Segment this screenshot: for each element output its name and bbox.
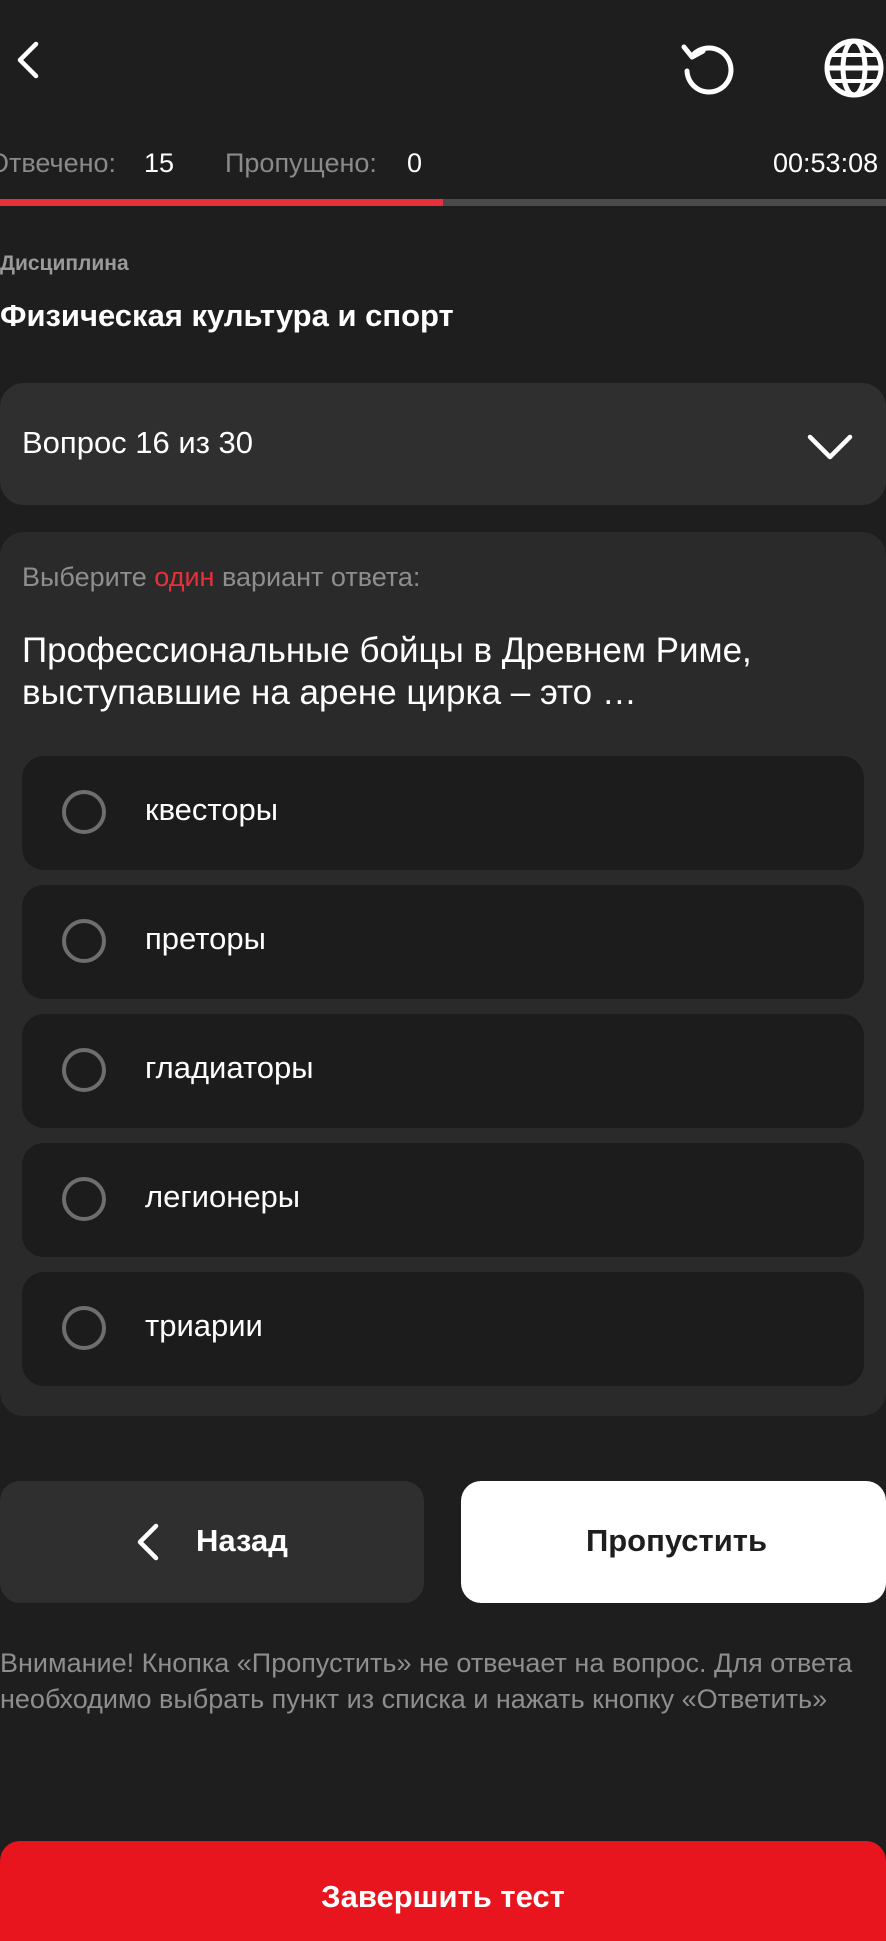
back-button-label: Назад bbox=[196, 1523, 288, 1558]
instruction-suffix: вариант ответа: bbox=[214, 562, 421, 592]
discipline-label: Дисциплина bbox=[0, 252, 129, 275]
question-counter: Вопрос 16 из 30 bbox=[22, 425, 254, 460]
answer-option[interactable]: преторы bbox=[22, 885, 864, 999]
progress-bar bbox=[0, 199, 886, 206]
chevron-down-icon bbox=[807, 434, 853, 460]
finish-test-button[interactable]: Завершить тест bbox=[0, 1841, 886, 1941]
skipped-label: Пропущено: bbox=[225, 148, 377, 178]
answer-instruction: Выберите один вариант ответа: bbox=[22, 562, 420, 593]
discipline-title: Физическая культура и спорт bbox=[0, 298, 454, 333]
option-label: легионеры bbox=[145, 1179, 301, 1214]
skip-button[interactable]: Пропустить bbox=[461, 1481, 886, 1603]
question-selector[interactable]: Вопрос 16 из 30 bbox=[0, 383, 886, 505]
answer-option[interactable]: легионеры bbox=[22, 1143, 864, 1257]
radio-icon[interactable] bbox=[62, 919, 106, 963]
globe-icon[interactable] bbox=[822, 36, 886, 100]
question-card: Выберите один вариант ответа: Профессион… bbox=[0, 532, 886, 1416]
answer-option[interactable]: триарии bbox=[22, 1272, 864, 1386]
option-label: преторы bbox=[145, 921, 266, 956]
option-label: гладиаторы bbox=[145, 1050, 314, 1085]
chevron-left-icon bbox=[137, 1523, 159, 1561]
radio-icon[interactable] bbox=[62, 790, 106, 834]
instruction-prefix: Выберите bbox=[22, 562, 155, 592]
back-chevron-icon[interactable] bbox=[8, 40, 48, 80]
instruction-accent: один bbox=[154, 562, 215, 592]
timer: 00:53:08 bbox=[773, 148, 879, 178]
skip-notice: Внимание! Кнопка «Пропустить» не отвечае… bbox=[0, 1648, 853, 1714]
question-text: Профессиональные бойцы в Древнем Риме, в… bbox=[22, 631, 752, 712]
radio-icon[interactable] bbox=[62, 1177, 106, 1221]
option-label: квесторы bbox=[145, 792, 279, 827]
answer-option[interactable]: гладиаторы bbox=[22, 1014, 864, 1128]
finish-test-label: Завершить тест bbox=[321, 1879, 565, 1914]
skipped-count: 0 bbox=[407, 148, 423, 178]
progress-fill bbox=[0, 199, 443, 206]
option-label: триарии bbox=[145, 1308, 263, 1343]
radio-icon[interactable] bbox=[62, 1048, 106, 1092]
answered-label: Отвечено: bbox=[0, 148, 117, 178]
answer-option[interactable]: квесторы bbox=[22, 756, 864, 870]
answered-count: 15 bbox=[144, 148, 175, 178]
rotate-ccw-icon[interactable] bbox=[678, 37, 740, 99]
radio-icon[interactable] bbox=[62, 1306, 106, 1350]
back-button[interactable]: Назад bbox=[0, 1481, 424, 1603]
skip-button-label: Пропустить bbox=[585, 1523, 768, 1558]
